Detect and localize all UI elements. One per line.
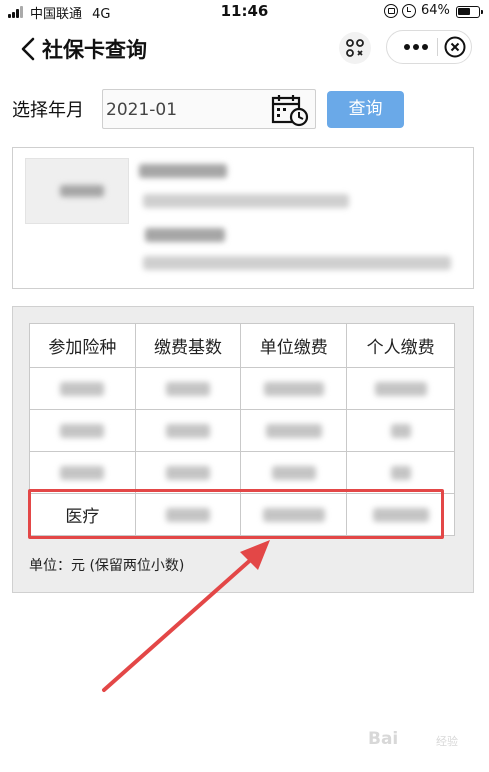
capsule-divider	[437, 38, 438, 56]
contribution-panel: 参加险种 缴费基数 单位缴费 个人缴费 医疗 单位：元 (保留两位小数)	[12, 306, 474, 593]
alarm-icon	[402, 4, 416, 18]
nav-bar: 社保卡查询	[0, 24, 489, 74]
highlight-box	[28, 489, 444, 539]
redacted-id-number	[143, 194, 349, 208]
col-personal-payment: 个人缴费	[346, 323, 455, 368]
watermark-brand: Bai	[368, 729, 399, 749]
redacted-cell	[346, 451, 455, 494]
more-dots-icon[interactable]	[398, 31, 434, 63]
col-insurance-type: 参加险种	[29, 323, 136, 368]
redacted-photo	[60, 185, 104, 197]
col-employer-payment: 单位缴费	[240, 323, 348, 368]
redacted-cell	[29, 367, 136, 410]
personal-info-card	[12, 147, 474, 289]
redacted-address	[143, 256, 451, 270]
baidu-watermark-logo: Bai 经验	[368, 727, 478, 753]
watermark-suffix: 经验	[436, 735, 458, 748]
battery-icon	[456, 6, 483, 18]
redacted-cell	[134, 451, 242, 494]
battery-fill	[458, 8, 470, 15]
calendar-clock-icon[interactable]	[271, 93, 311, 127]
redacted-cell	[240, 367, 348, 410]
chevron-left-icon[interactable]	[18, 36, 40, 62]
year-month-picker[interactable]: 2021-01	[102, 89, 316, 129]
redacted-cell	[134, 367, 242, 410]
redacted-gender	[145, 228, 225, 242]
query-button[interactable]: 查询	[327, 91, 404, 128]
redacted-cell	[240, 451, 348, 494]
scan-icon[interactable]	[335, 31, 375, 65]
redacted-cell	[346, 367, 455, 410]
redacted-cell	[29, 409, 136, 452]
close-circle-icon[interactable]	[443, 35, 467, 59]
table-row	[29, 451, 455, 494]
redacted-cell	[240, 409, 348, 452]
col-contribution-base: 缴费基数	[134, 323, 242, 368]
table-row	[29, 409, 455, 452]
table-header-row: 参加险种 缴费基数 单位缴费 个人缴费	[29, 323, 455, 368]
year-month-value: 2021-01	[106, 100, 178, 120]
rotation-lock-icon	[384, 4, 398, 18]
avatar	[25, 158, 129, 224]
redacted-cell	[29, 451, 136, 494]
mini-program-capsule	[386, 30, 472, 64]
table-row	[29, 367, 455, 410]
redacted-cell	[346, 409, 455, 452]
page-title: 社保卡查询	[42, 38, 147, 62]
redacted-name	[139, 164, 227, 178]
redacted-cell	[134, 409, 242, 452]
unit-footnote: 单位：元 (保留两位小数)	[29, 558, 185, 574]
battery-percent: 64%	[421, 3, 450, 18]
year-month-label: 选择年月	[12, 100, 84, 121]
status-bar: 中国联通 4G 11:46 64%	[0, 0, 489, 24]
